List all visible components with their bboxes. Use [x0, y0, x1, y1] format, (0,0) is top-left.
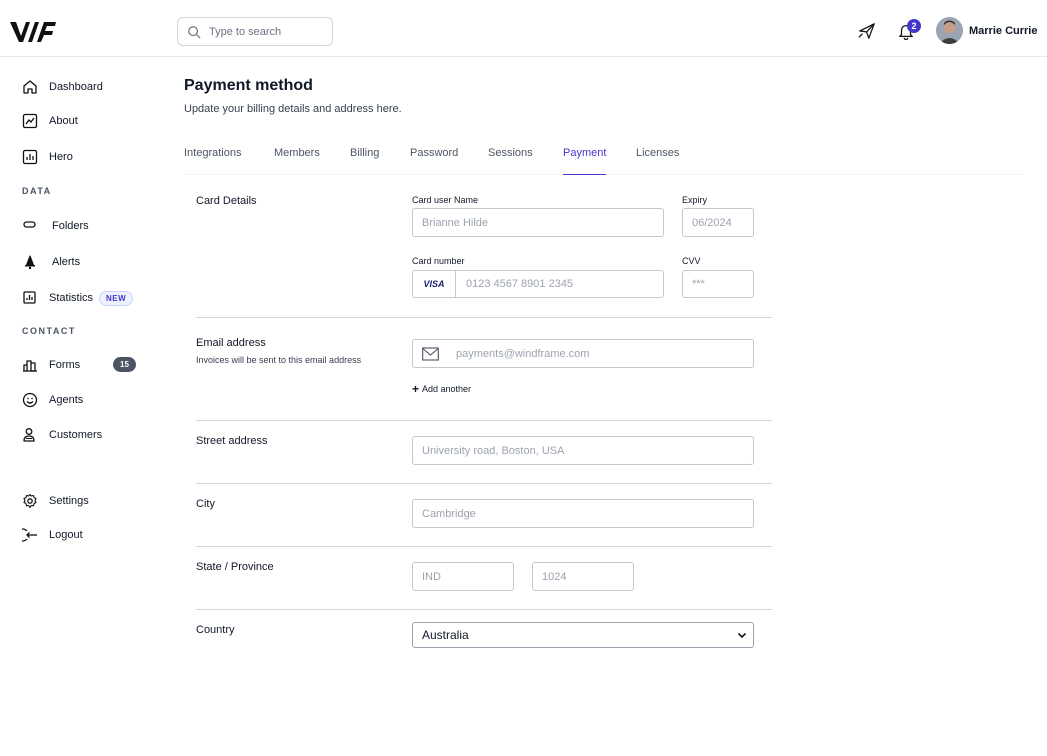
sidebar-item-label: Customers — [49, 429, 103, 441]
cvv-field[interactable] — [682, 270, 754, 298]
sidebar-item-label: Alerts — [52, 256, 81, 268]
tab-password[interactable]: Password — [410, 141, 458, 175]
avatar[interactable] — [936, 17, 963, 44]
new-badge: NEW — [99, 290, 134, 306]
search-box[interactable] — [177, 17, 333, 46]
sidebar-item-label: Statistics — [49, 292, 94, 304]
user-name[interactable]: Marrie Currie — [969, 25, 1037, 37]
forms-count-badge: 15 — [113, 357, 136, 372]
street-field[interactable] — [412, 436, 754, 465]
tab-integrations[interactable]: Integrations — [184, 141, 241, 175]
email-input[interactable] — [456, 347, 753, 360]
divider — [196, 420, 772, 421]
divider — [196, 483, 772, 484]
state-input[interactable] — [422, 570, 513, 583]
plus-icon: + — [412, 382, 420, 396]
cvv-input[interactable] — [692, 278, 753, 290]
sidebar-item-label: Agents — [49, 394, 84, 406]
windframe-logo-icon[interactable] — [10, 20, 58, 44]
home-icon — [23, 80, 37, 94]
sidebar-item-about[interactable]: About — [22, 112, 78, 130]
visa-icon: VISA — [413, 271, 456, 297]
tab-members[interactable]: Members — [274, 141, 320, 175]
tab-licenses[interactable]: Licenses — [636, 141, 679, 175]
search-input[interactable] — [209, 25, 324, 38]
state-field[interactable] — [412, 562, 514, 591]
card-name-label: Card user Name — [412, 195, 479, 205]
divider — [196, 546, 772, 547]
sidebar-item-alerts[interactable]: Alerts — [22, 253, 80, 271]
chevron-down-icon — [737, 632, 747, 639]
email-hint: Invoices will be sent to this email addr… — [196, 355, 362, 365]
sidebar-item-label: Forms — [49, 359, 81, 371]
email-label: Email address — [196, 337, 266, 349]
gear-icon — [23, 493, 37, 509]
section-data-heading: DATA — [22, 186, 52, 196]
expiry-input[interactable] — [692, 216, 753, 229]
section-contact-heading: CONTACT — [22, 326, 76, 336]
logout-icon — [22, 528, 37, 542]
sidebar-item-settings[interactable]: Settings — [22, 492, 89, 510]
country-select[interactable]: Australia — [412, 622, 754, 648]
expiry-field[interactable] — [682, 208, 754, 237]
bar-chart-icon — [22, 149, 38, 165]
sidebar-item-folders[interactable]: Folders — [22, 217, 89, 235]
stats-icon — [23, 291, 36, 304]
sidebar-item-label: Settings — [49, 495, 89, 507]
street-label: Street address — [196, 435, 268, 447]
sidebar-item-forms[interactable]: Forms — [22, 356, 80, 374]
sidebar-item-agents[interactable]: Agents — [22, 391, 83, 409]
smile-icon — [22, 392, 38, 408]
state-label: State / Province — [196, 561, 274, 573]
sidebar-item-hero[interactable]: Hero — [22, 148, 73, 166]
card-details-label: Card Details — [196, 195, 257, 207]
sidebar-item-logout[interactable]: Logout — [22, 526, 83, 544]
card-number-input[interactable] — [456, 271, 663, 297]
sidebar-item-label: About — [49, 115, 78, 127]
sidebar-item-label: Hero — [49, 151, 73, 163]
top-bar: 2 Marrie Currie — [0, 0, 1047, 57]
city-field[interactable] — [412, 499, 754, 528]
sidebar: Dashboard About Hero DATA Folders Alerts… — [0, 57, 160, 756]
forms-icon — [23, 360, 37, 372]
zip-field[interactable] — [532, 562, 634, 591]
country-label: Country — [196, 624, 235, 636]
page-title: Payment method — [184, 77, 313, 94]
tab-billing[interactable]: Billing — [350, 141, 379, 175]
notification-count-badge: 2 — [907, 19, 921, 33]
sidebar-item-label: Dashboard — [49, 81, 103, 93]
card-number-label: Card number — [412, 256, 465, 266]
page-subtitle: Update your billing details and address … — [184, 103, 402, 115]
email-field[interactable] — [412, 339, 754, 368]
sidebar-item-customers[interactable]: Customers — [22, 426, 102, 444]
divider — [196, 609, 772, 610]
tab-payment[interactable]: Payment — [563, 141, 607, 175]
tab-sessions[interactable]: Sessions — [488, 141, 533, 175]
search-icon — [188, 25, 201, 39]
card-name-field[interactable] — [412, 208, 664, 237]
divider — [196, 317, 772, 318]
send-icon[interactable] — [858, 22, 876, 40]
bell-icon — [25, 255, 35, 270]
sidebar-item-dashboard[interactable]: Dashboard — [22, 78, 103, 96]
users-icon — [23, 428, 35, 442]
folder-icon — [23, 221, 36, 228]
settings-tabs: Integrations Members Billing Password Se… — [184, 141, 1024, 175]
country-selected-value: Australia — [422, 628, 469, 642]
mail-icon — [422, 346, 439, 361]
city-input[interactable] — [422, 507, 753, 520]
sidebar-item-statistics[interactable]: Statistics NEW — [22, 289, 134, 307]
street-input[interactable] — [422, 444, 753, 457]
expiry-label: Expiry — [682, 195, 708, 205]
add-another-button[interactable]: + Add another — [412, 382, 472, 396]
add-another-label: Add another — [422, 384, 472, 394]
city-label: City — [196, 498, 215, 510]
chart-line-icon — [22, 113, 38, 129]
cvv-label: CVV — [682, 256, 701, 266]
sidebar-item-label: Folders — [52, 220, 89, 232]
card-name-input[interactable] — [422, 216, 663, 229]
card-number-field[interactable]: VISA — [412, 270, 664, 298]
zip-input[interactable] — [542, 570, 633, 583]
sidebar-item-label: Logout — [49, 529, 83, 541]
